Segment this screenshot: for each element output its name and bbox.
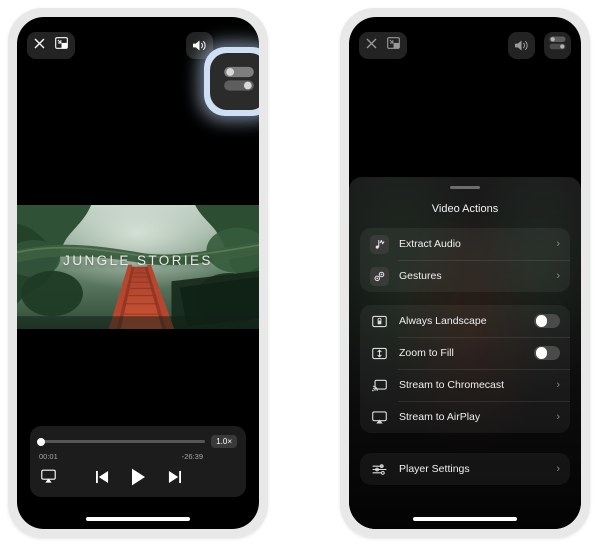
picture-in-picture-icon[interactable] (387, 36, 400, 54)
extract-audio-icon (370, 234, 389, 254)
speaker-volume-icon[interactable] (508, 31, 535, 59)
sliders-toggle-icon (549, 36, 566, 55)
video-actions-sheet: Video Actions Extract Audio › Gestures ›… (349, 177, 581, 529)
gestures-icon (370, 266, 389, 286)
menu-item-stream-to-airplay[interactable]: Stream to AirPlay › (360, 401, 570, 433)
left-controls-pill (359, 31, 407, 59)
sliders-toggle-icon-button[interactable] (544, 31, 571, 59)
sheet-title: Video Actions (431, 203, 499, 215)
player-top-controls-dimmed (349, 17, 581, 73)
picture-in-picture-icon[interactable] (55, 36, 68, 54)
sliders-toggle-icon (223, 66, 255, 97)
phone-left: JUNGLE STORIES 1.0× 00:01 -26:39 (8, 8, 268, 538)
action-group-primary: Extract Audio › Gestures › (360, 228, 570, 292)
action-group-secondary: Always Landscape Zoom to Fill Stream to … (360, 305, 570, 433)
menu-item-label: Zoom to Fill (399, 347, 454, 359)
phone-left-screen: JUNGLE STORIES 1.0× 00:01 -26:39 (17, 17, 259, 529)
zoom-to-fill-icon (370, 344, 389, 363)
menu-item-stream-to-chromecast[interactable]: Stream to Chromecast › (360, 369, 570, 401)
phone-right: Video Actions Extract Audio › Gestures ›… (340, 8, 590, 538)
home-indicator (86, 517, 190, 521)
menu-item-always-landscape[interactable]: Always Landscape (360, 305, 570, 337)
current-time-label: 00:01 (39, 452, 58, 461)
transport-buttons (95, 468, 181, 491)
chevron-right-icon: › (556, 269, 560, 282)
left-controls-pill (27, 31, 75, 59)
chevron-right-icon: › (556, 462, 560, 475)
menu-item-extract-audio[interactable]: Extract Audio › (360, 228, 570, 260)
playback-controls-panel: 1.0× 00:01 -26:39 (30, 426, 246, 497)
lock-landscape-icon (370, 312, 389, 331)
close-icon[interactable] (34, 36, 45, 54)
menu-item-label: Gestures (399, 270, 442, 282)
toggle-knob (535, 347, 547, 359)
chromecast-icon (370, 376, 389, 395)
chevron-right-icon: › (556, 410, 560, 423)
action-group-settings: Player Settings › (360, 453, 570, 485)
transport-row (39, 468, 237, 490)
chevron-right-icon: › (556, 378, 560, 391)
seek-slider[interactable] (37, 437, 206, 446)
previous-track-icon[interactable] (95, 470, 109, 489)
menu-item-label: Stream to AirPlay (399, 411, 481, 423)
home-indicator (413, 517, 517, 521)
sliders-toggle-icon-button[interactable] (210, 53, 259, 110)
menu-item-label: Always Landscape (399, 315, 487, 327)
scrubber-row: 1.0× (37, 435, 237, 448)
always-landscape-toggle[interactable] (534, 313, 560, 329)
player-settings-icon (370, 460, 389, 479)
close-icon[interactable] (366, 36, 377, 54)
play-icon[interactable] (131, 468, 146, 491)
remaining-time-label: -26:39 (181, 452, 203, 461)
seek-slider-knob[interactable] (37, 437, 45, 446)
zoom-to-fill-toggle[interactable] (534, 345, 560, 361)
menu-item-player-settings[interactable]: Player Settings › (360, 453, 570, 485)
next-track-icon[interactable] (168, 470, 181, 489)
right-controls-group (508, 31, 571, 59)
menu-item-gestures[interactable]: Gestures › (360, 260, 570, 292)
poster-title: JUNGLE STORIES (63, 253, 213, 268)
menu-item-zoom-to-fill[interactable]: Zoom to Fill (360, 337, 570, 369)
menu-item-label: Stream to Chromecast (399, 379, 505, 391)
phone-right-screen: Video Actions Extract Audio › Gestures ›… (349, 17, 581, 529)
playback-speed-button[interactable]: 1.0× (211, 435, 237, 448)
video-actions-button-highlight (204, 47, 259, 116)
airplay-icon[interactable] (41, 469, 56, 489)
time-row: 00:01 -26:39 (39, 452, 237, 461)
video-poster[interactable]: JUNGLE STORIES (17, 205, 259, 329)
screenshot-stage: JUNGLE STORIES 1.0× 00:01 -26:39 Video A… (0, 0, 600, 546)
airplay-icon (370, 408, 389, 427)
toggle-knob (535, 315, 547, 327)
chevron-right-icon: › (556, 237, 560, 250)
menu-item-label: Extract Audio (399, 238, 461, 250)
sheet-grabber[interactable] (450, 186, 480, 189)
menu-item-label: Player Settings (399, 463, 470, 475)
